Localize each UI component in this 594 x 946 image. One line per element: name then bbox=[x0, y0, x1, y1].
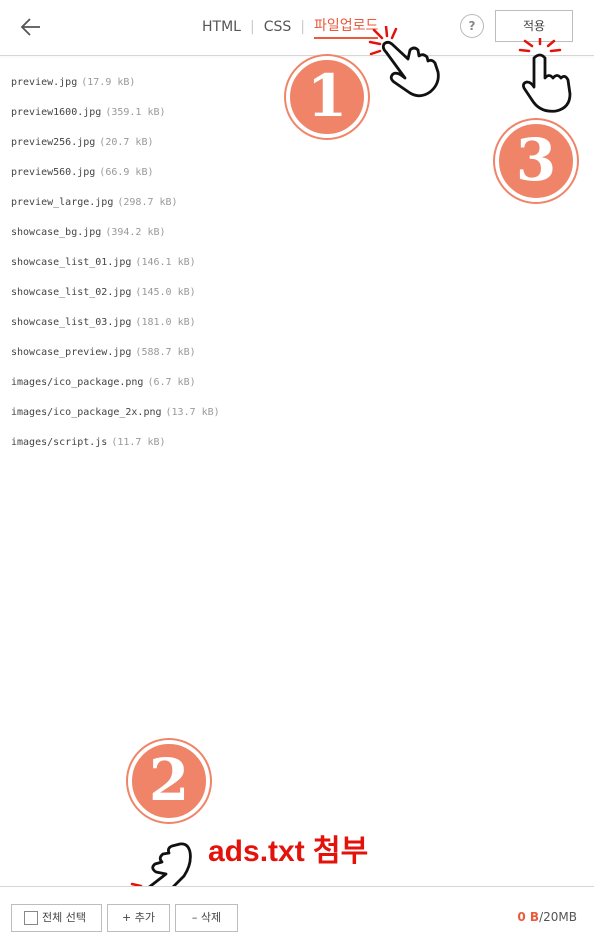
file-size: (359.1 kB) bbox=[105, 107, 166, 118]
delete-file-button[interactable]: – 삭제 bbox=[175, 904, 238, 932]
select-all-label: 전체 선택 bbox=[42, 911, 86, 924]
file-name: showcase_list_02.jpg bbox=[11, 287, 132, 298]
file-size: (11.7 kB) bbox=[111, 437, 166, 448]
step-2-badge: 2 bbox=[128, 740, 210, 822]
storage-used: 0 B bbox=[517, 910, 540, 924]
step-3-badge: 3 bbox=[495, 120, 577, 202]
select-all-button[interactable]: 전체 선택 bbox=[11, 904, 102, 932]
bottom-bar: 전체 선택 + 추가 – 삭제 0 B/20MB bbox=[0, 886, 594, 946]
file-list-item[interactable]: showcase_list_02.jpg (145.0 kB) bbox=[11, 284, 220, 314]
file-size: (17.9 kB) bbox=[81, 77, 136, 88]
editor-tabs: HTML | CSS | 파일업로드 bbox=[202, 16, 379, 39]
tab-divider: | bbox=[300, 19, 305, 35]
file-size: (146.1 kB) bbox=[135, 257, 196, 268]
file-name: preview_large.jpg bbox=[11, 197, 114, 208]
file-name: preview.jpg bbox=[11, 77, 78, 88]
file-name: preview560.jpg bbox=[11, 167, 96, 178]
file-name: showcase_list_03.jpg bbox=[11, 317, 132, 328]
file-size: (394.2 kB) bbox=[105, 227, 166, 238]
file-list-item[interactable]: images/ico_package.png (6.7 kB) bbox=[11, 374, 220, 404]
file-list-item[interactable]: preview560.jpg (66.9 kB) bbox=[11, 164, 220, 194]
back-arrow-icon[interactable] bbox=[16, 12, 46, 42]
file-size: (13.7 kB) bbox=[165, 407, 220, 418]
pointing-hand-icon bbox=[368, 26, 440, 98]
file-list-item[interactable]: showcase_bg.jpg (394.2 kB) bbox=[11, 224, 220, 254]
select-all-checkbox[interactable] bbox=[24, 911, 38, 925]
file-list-item[interactable]: preview1600.jpg (359.1 kB) bbox=[11, 104, 220, 134]
pointing-hand-icon bbox=[518, 38, 572, 113]
file-size: (588.7 kB) bbox=[135, 347, 196, 358]
storage-limit: 20MB bbox=[543, 910, 577, 924]
step-1-badge: 1 bbox=[286, 56, 368, 138]
file-size: (20.7 kB) bbox=[99, 137, 154, 148]
file-name: showcase_preview.jpg bbox=[11, 347, 132, 358]
file-name: preview256.jpg bbox=[11, 137, 96, 148]
storage-usage: 0 B/20MB bbox=[517, 910, 577, 924]
tab-html[interactable]: HTML bbox=[202, 16, 241, 38]
file-name: showcase_bg.jpg bbox=[11, 227, 102, 238]
file-list-item[interactable]: images/ico_package_2x.png (13.7 kB) bbox=[11, 404, 220, 434]
help-button[interactable]: ? bbox=[460, 14, 484, 38]
file-list-item[interactable]: images/script.js (11.7 kB) bbox=[11, 434, 220, 464]
file-name: showcase_list_01.jpg bbox=[11, 257, 132, 268]
top-bar: HTML | CSS | 파일업로드 ? 적용 bbox=[0, 0, 594, 56]
file-name: images/ico_package_2x.png bbox=[11, 407, 162, 418]
file-size: (298.7 kB) bbox=[117, 197, 178, 208]
file-size: (6.7 kB) bbox=[147, 377, 196, 388]
file-name: images/script.js bbox=[11, 437, 108, 448]
file-list-item[interactable]: showcase_list_03.jpg (181.0 kB) bbox=[11, 314, 220, 344]
file-size: (145.0 kB) bbox=[135, 287, 196, 298]
file-name: preview1600.jpg bbox=[11, 107, 102, 118]
file-list: preview.jpg (17.9 kB) preview1600.jpg (359.… bbox=[11, 74, 220, 464]
tab-css[interactable]: CSS bbox=[264, 16, 292, 38]
file-list-item[interactable]: showcase_preview.jpg (588.7 kB) bbox=[11, 344, 220, 374]
file-size: (66.9 kB) bbox=[99, 167, 154, 178]
tab-divider: | bbox=[249, 19, 255, 35]
file-size: (181.0 kB) bbox=[135, 317, 196, 328]
add-file-button[interactable]: + 추가 bbox=[107, 904, 170, 932]
file-list-item[interactable]: preview.jpg (17.9 kB) bbox=[11, 74, 220, 104]
file-list-item[interactable]: preview256.jpg (20.7 kB) bbox=[11, 134, 220, 164]
file-list-item[interactable]: showcase_list_01.jpg (146.1 kB) bbox=[11, 254, 220, 284]
annotation-text: ads.txt 첨부 bbox=[208, 835, 369, 868]
file-list-item[interactable]: preview_large.jpg (298.7 kB) bbox=[11, 194, 220, 224]
file-name: images/ico_package.png bbox=[11, 377, 144, 388]
